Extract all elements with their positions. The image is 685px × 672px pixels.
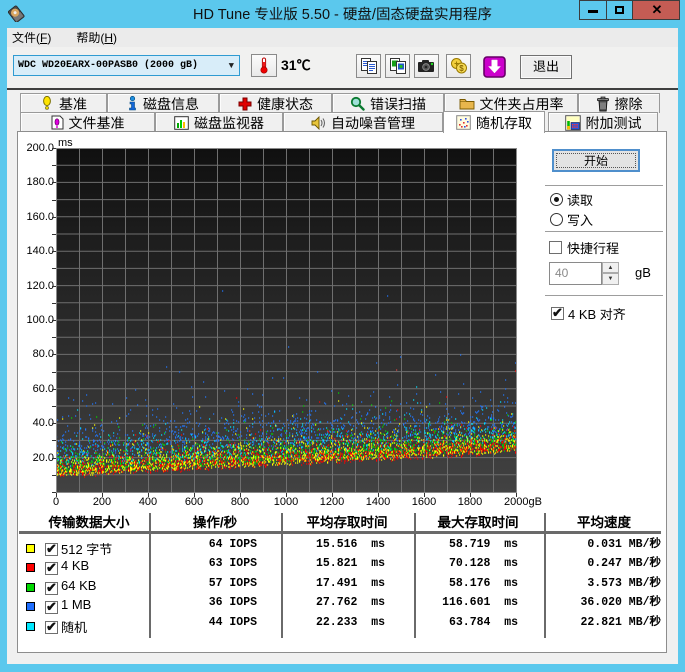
svg-text:$: $ xyxy=(459,64,464,73)
